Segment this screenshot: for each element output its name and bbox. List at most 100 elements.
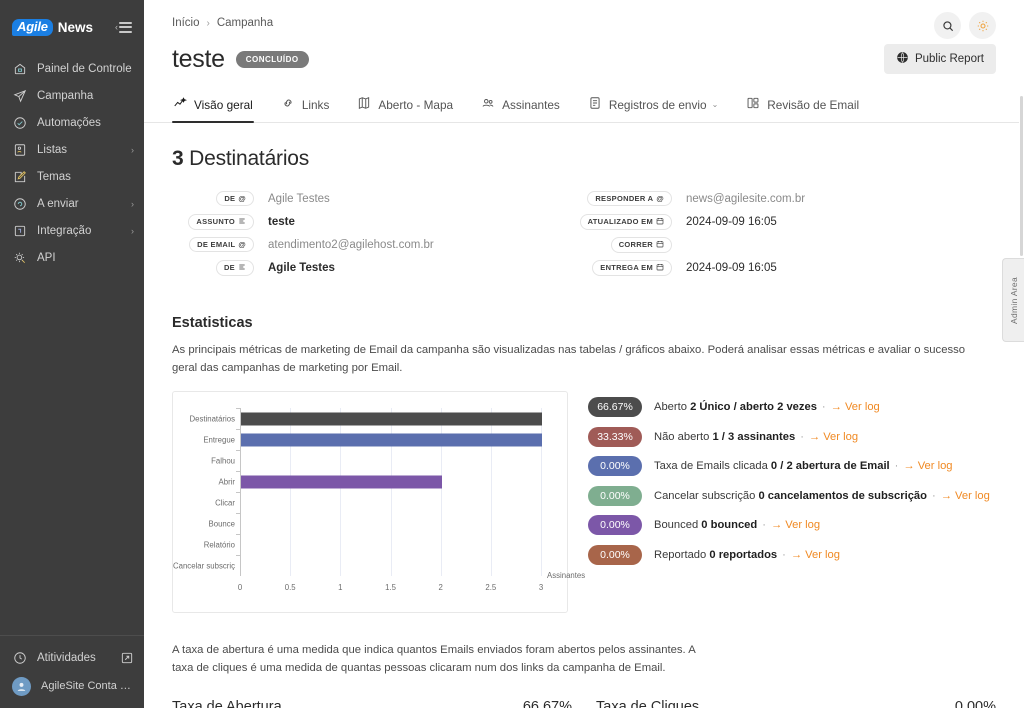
metric-row: 0.00% Taxa de Emails clicada 0 / 2 abertu… xyxy=(588,456,996,476)
brand-logo[interactable]: Agile News xyxy=(12,18,94,36)
ver-log-link[interactable]: → Ver log xyxy=(941,490,990,502)
tab-revisao-de-email[interactable]: Revisão de Email xyxy=(745,96,860,122)
metric-separator: · xyxy=(931,489,936,502)
external-link-icon[interactable] xyxy=(119,651,134,666)
sidebar-label: API xyxy=(37,252,56,264)
text-icon xyxy=(238,263,246,273)
collapse-menu-icon[interactable]: ‹ xyxy=(115,21,132,33)
calendar-icon xyxy=(656,263,664,273)
tab-aberto-mapa[interactable]: Aberto - Mapa xyxy=(356,96,454,122)
scrollbar-thumb[interactable] xyxy=(1020,96,1023,256)
status-badge: CONCLUÍDO xyxy=(235,50,309,68)
sidebar-item-temas[interactable]: Temas xyxy=(0,164,144,190)
main-content: Início › Campanha teste CONCLUÍDO Public… xyxy=(144,0,1024,708)
meta-value: 2024-09-09 16:05 xyxy=(686,261,777,274)
sidebar-label: Automações xyxy=(37,117,101,129)
tab-assinantes[interactable]: Assinantes xyxy=(480,96,561,122)
sidebar-label: Integração xyxy=(37,225,92,237)
home-icon xyxy=(12,62,27,77)
meta-value: Agile Testes xyxy=(268,261,335,274)
chart-x-tick-label: 0 xyxy=(237,583,243,592)
chart-x-tick-label: 1 xyxy=(338,583,343,592)
tab-label: Assinantes xyxy=(502,97,560,112)
metric-label: Aberto xyxy=(654,401,691,413)
brand-news: News xyxy=(57,19,94,35)
sidebar-brand-row: Agile News ‹ xyxy=(0,10,144,40)
sidebar-item-listas[interactable]: Listas › xyxy=(0,137,144,163)
chart-y-tick xyxy=(236,555,240,556)
meta-row-de: DE @ Agile Testes xyxy=(172,189,584,208)
tab-label: Visão geral xyxy=(194,97,253,112)
edit-square-icon xyxy=(12,170,27,185)
rate-percent: 66.67% xyxy=(522,699,572,708)
chart-y-tick xyxy=(236,492,240,493)
meta-row-entrega-em: ENTREGA EM 2024-09-09 16:05 xyxy=(584,258,996,277)
chart-bar xyxy=(241,411,542,426)
sidebar-item-api[interactable]: API xyxy=(0,245,144,271)
meta-column-left: DE @ Agile Testes ASSUNTO teste DE EMAIL… xyxy=(172,189,584,281)
meta-chip-de: DE @ xyxy=(216,191,254,206)
admin-area-tab[interactable]: Admin Area xyxy=(1002,258,1024,342)
chart-category-label: Entregue xyxy=(203,435,235,444)
meta-value: 2024-09-09 16:05 xyxy=(686,215,777,228)
layout-icon xyxy=(746,96,760,113)
breadcrumb-current[interactable]: Campanha xyxy=(217,17,273,29)
chart-category-label: Clicar xyxy=(215,498,235,507)
meta-chip-wrap: DE EMAIL @ xyxy=(172,237,254,252)
sidebar-item-campanha[interactable]: Campanha xyxy=(0,83,144,109)
metric-label: Bounced xyxy=(654,519,702,531)
scrollbar-track[interactable] xyxy=(1019,0,1024,708)
sidebar-item-atividades[interactable]: Atitividades xyxy=(0,644,144,672)
campaign-bar-chart: Destinatários Entregue Falhou Abrir Clicar Bo… xyxy=(172,391,585,613)
analytics-icon xyxy=(173,96,188,113)
ver-log-link[interactable]: → Ver log xyxy=(771,519,820,531)
meta-value: atendimento2@agilehost.com.br xyxy=(268,238,434,251)
top-actions xyxy=(934,12,996,39)
sidebar-nav: Painel de Controle Campanha Automações L… xyxy=(0,56,144,272)
rate-name: Taxa de Abertura xyxy=(172,699,282,708)
chart-y-tick xyxy=(236,429,240,430)
chart-category-label: Abrir xyxy=(218,477,235,486)
meta-value: Agile Testes xyxy=(268,192,330,205)
metric-separator: · xyxy=(821,401,826,413)
metric-separator: · xyxy=(894,460,899,472)
meta-chip-responder-a: RESPONDER A @ xyxy=(587,191,672,206)
tab-label: Links xyxy=(301,97,330,112)
rate-header: Taxa de Abertura 66.67% xyxy=(172,699,572,708)
chart-x-tick-label: 2.5 xyxy=(485,583,497,592)
chip-text: DE EMAIL xyxy=(197,240,236,249)
public-report-label: Public Report xyxy=(914,53,984,65)
chevron-left-icon: ‹ xyxy=(115,21,118,32)
recipients-label: Destinatários xyxy=(189,147,310,170)
sidebar: Agile News ‹ Painel de Controle Campanha… xyxy=(0,0,144,708)
meta-chip-assunto: ASSUNTO xyxy=(188,213,254,230)
tab-registros-de-envio[interactable]: Registros de envio ⌄ xyxy=(587,96,719,122)
ver-log-link[interactable]: → Ver log xyxy=(809,431,858,443)
ver-log-link[interactable]: → Ver log xyxy=(791,549,840,561)
sidebar-account[interactable]: AgileSite Conta de TE.. xyxy=(0,672,144,700)
sidebar-item-a-enviar[interactable]: A enviar › xyxy=(0,191,144,217)
breadcrumb-home[interactable]: Início xyxy=(172,17,200,29)
sidebar-item-automacoes[interactable]: Automações xyxy=(0,110,144,136)
tab-visao-geral[interactable]: Visão geral xyxy=(172,96,254,123)
tab-links[interactable]: Links xyxy=(280,96,331,122)
public-report-button[interactable]: Public Report xyxy=(883,44,996,74)
link-icon xyxy=(281,96,295,113)
ver-log-link[interactable]: → Ver log xyxy=(903,460,952,472)
search-icon[interactable] xyxy=(934,12,961,39)
tab-label: Registros de envio xyxy=(608,97,707,112)
sun-icon[interactable] xyxy=(969,12,996,39)
meta-row-de-email: DE EMAIL @ atendimento2@agilehost.com.br xyxy=(172,235,584,254)
tab-bar: Visão geral Links Aberto - Mapa Assinant… xyxy=(144,96,1024,123)
metric-value: 0 reportados xyxy=(709,548,778,561)
check-circle-icon xyxy=(12,116,27,131)
meta-row-correr: CORRER xyxy=(584,235,996,254)
meta-value: teste xyxy=(268,215,295,228)
meta-chip-atualizado-em: ATUALIZADO EM xyxy=(579,213,672,230)
chart-x-tick-label: 0.5 xyxy=(284,583,296,592)
sidebar-divider xyxy=(0,635,144,636)
sidebar-item-painel-de-controle[interactable]: Painel de Controle xyxy=(0,56,144,82)
sidebar-item-integracao[interactable]: Integração › xyxy=(0,218,144,244)
chart-category-label: Bounce xyxy=(208,519,235,528)
ver-log-link[interactable]: → Ver log xyxy=(831,401,880,413)
